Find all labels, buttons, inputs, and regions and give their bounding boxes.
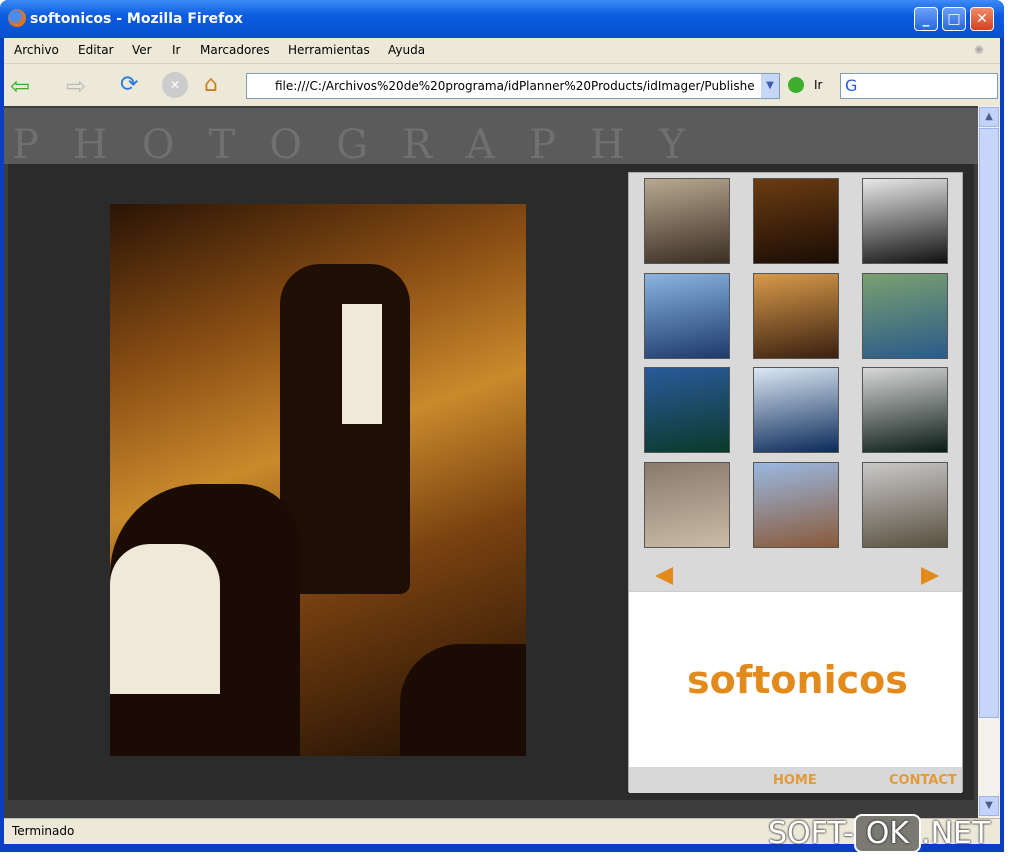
menu-herramientas[interactable]: Herramientas xyxy=(288,43,370,57)
page-content: PHOTOGRAPHY softonicos HOME CONTACT xyxy=(4,106,978,818)
watermark-left: SOFT- xyxy=(768,816,854,851)
watermark-right: .NET xyxy=(921,816,991,851)
thumbnail-landscape[interactable] xyxy=(862,462,948,548)
reload-icon[interactable]: ⟳ xyxy=(120,72,148,98)
vertical-scrollbar[interactable]: ▲ ▼ xyxy=(978,106,1000,818)
google-icon: G xyxy=(845,76,858,95)
thumbnail-boat-sea[interactable] xyxy=(753,367,839,453)
address-bar[interactable]: file:///C:/Archivos%20de%20programa/idPl… xyxy=(246,73,780,99)
next-arrow-button[interactable] xyxy=(921,567,939,585)
status-text: Terminado xyxy=(12,824,75,838)
watermark-ok: OK xyxy=(853,814,922,853)
thumbnail-dog[interactable] xyxy=(644,178,730,264)
thumbnail-boat-bow[interactable] xyxy=(644,367,730,453)
shirt xyxy=(342,304,382,424)
menu-ayuda[interactable]: Ayuda xyxy=(388,43,425,57)
menu-marcadores[interactable]: Marcadores xyxy=(200,43,270,57)
menu-archivo[interactable]: Archivo xyxy=(14,43,59,57)
thumbnail-western-street[interactable] xyxy=(644,462,730,548)
menu-ir[interactable]: Ir xyxy=(172,43,180,57)
chevron-down-icon[interactable]: ▼ xyxy=(761,74,779,98)
throbber-icon: ✺ xyxy=(974,43,985,57)
title-bar: softonicos - Mozilla Firefox _ □ ✕ xyxy=(0,0,1004,38)
maximize-button[interactable]: □ xyxy=(942,7,966,31)
seated-shirt xyxy=(110,544,220,694)
navigation-toolbar: ⇦ ⇨ ⟳ ✕ ⌂ file:///C:/Archivos%20de%20pro… xyxy=(4,64,1000,106)
page-header: PHOTOGRAPHY xyxy=(4,108,978,164)
logo-text: softonicos xyxy=(687,658,908,702)
thumbnail-coast[interactable] xyxy=(644,273,730,359)
go-button[interactable]: Ir xyxy=(814,78,822,92)
watermark: SOFT- OK .NET xyxy=(768,814,990,853)
scroll-thumb[interactable] xyxy=(979,128,999,718)
site-nav: HOME CONTACT xyxy=(629,767,962,793)
nav-contact[interactable]: CONTACT xyxy=(889,773,957,788)
gallery: softonicos HOME CONTACT xyxy=(8,164,974,800)
forward-button[interactable]: ⇨ xyxy=(66,72,94,100)
thumbnail-cove[interactable] xyxy=(862,273,948,359)
logo-area: softonicos xyxy=(629,591,962,767)
home-icon[interactable]: ⌂ xyxy=(204,72,232,98)
minimize-button[interactable]: _ xyxy=(914,7,938,31)
window-title: softonicos - Mozilla Firefox xyxy=(30,11,243,27)
thumbnail-cowboys[interactable] xyxy=(753,178,839,264)
main-photo xyxy=(110,204,526,756)
thumbnail-panel: softonicos HOME CONTACT xyxy=(628,172,963,793)
back-button[interactable]: ⇦ xyxy=(10,72,38,100)
stop-icon[interactable]: ✕ xyxy=(162,72,188,98)
firefox-icon xyxy=(8,9,26,27)
menu-bar: Archivo Editar Ver Ir Marcadores Herrami… xyxy=(4,38,1000,64)
go-icon[interactable] xyxy=(788,77,804,93)
thumbnail-western-town[interactable] xyxy=(753,462,839,548)
close-button[interactable]: ✕ xyxy=(970,7,994,31)
url-text: file:///C:/Archivos%20de%20programa/idPl… xyxy=(275,79,755,93)
thumbnail-car[interactable] xyxy=(862,178,948,264)
menu-ver[interactable]: Ver xyxy=(132,43,152,57)
menu-editar[interactable]: Editar xyxy=(78,43,114,57)
right-figure xyxy=(400,644,526,756)
prev-arrow-button[interactable] xyxy=(655,567,673,585)
nav-home[interactable]: HOME xyxy=(773,773,817,788)
thumbnail-window[interactable] xyxy=(862,367,948,453)
scroll-down-icon[interactable]: ▼ xyxy=(979,796,999,816)
thumbnail-sunset-sea[interactable] xyxy=(753,273,839,359)
search-input[interactable]: G xyxy=(840,73,998,99)
scroll-up-icon[interactable]: ▲ xyxy=(979,107,999,127)
